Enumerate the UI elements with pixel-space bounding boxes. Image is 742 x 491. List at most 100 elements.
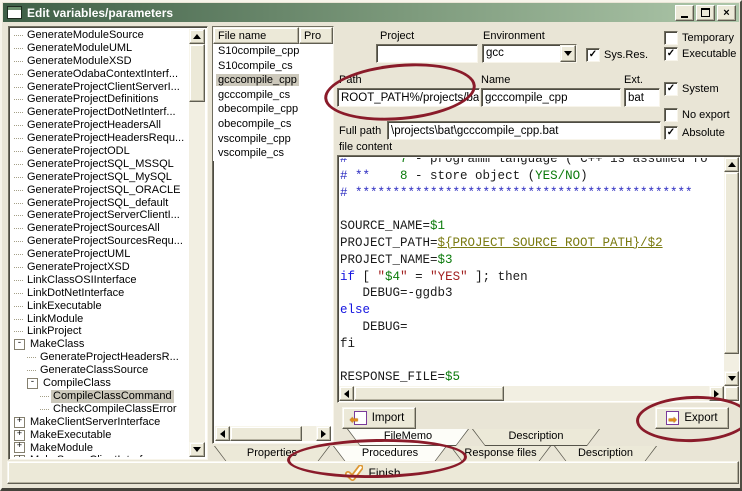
list-item[interactable]: S10compile_cs [213, 59, 333, 74]
scrollbar-thumb[interactable] [189, 44, 205, 102]
absolute-checkbox[interactable]: ✓ Absolute [664, 126, 725, 140]
finish-button[interactable]: Finish [7, 461, 739, 484]
export-button[interactable]: ➡ Export [655, 407, 729, 429]
tree-item[interactable]: +MakeExecutable [11, 429, 189, 442]
plus-expander-icon[interactable]: + [14, 417, 25, 428]
noexport-checkbox[interactable]: No export [664, 108, 730, 122]
list-item-label: obecompile_cs [216, 118, 293, 130]
tree-item[interactable]: GenerateProjectXSD [11, 261, 189, 274]
import-button[interactable]: ⬅ Import [342, 407, 416, 429]
file-content-editor[interactable]: # ** 7 - programm language ( C++ is assu… [337, 155, 741, 403]
list-item[interactable]: gcccompile_cs [213, 88, 333, 103]
minus-expander-icon[interactable]: - [27, 378, 38, 389]
executable-checkbox[interactable]: ✓ Executable [664, 47, 736, 61]
tree-item[interactable]: GenerateProjectHeadersAll [11, 119, 189, 132]
scroll-down-button[interactable] [724, 371, 739, 386]
tree-item[interactable]: +MakeClientServerInterface [11, 416, 189, 429]
code-view: # ** 7 - programm language ( C++ is assu… [340, 158, 723, 385]
tree-item[interactable]: GenerateProjectHeadersRequ... [11, 132, 189, 145]
tree-item-label: LinkProject [25, 325, 83, 338]
tree-item[interactable]: GenerateModuleSource [11, 29, 189, 42]
fullpath-input[interactable]: \projects\bat\gcccompile_cpp.bat [387, 121, 661, 140]
environment-select[interactable]: gcc [482, 44, 577, 63]
tree-item[interactable]: -CompileClass [11, 377, 189, 390]
tree-item[interactable]: LinkModule [11, 313, 189, 326]
tree-item[interactable]: GenerateProjectDotNetInterf... [11, 106, 189, 119]
tree-item[interactable]: GenerateProjectSourcesRequ... [11, 235, 189, 248]
system-checkbox[interactable]: ✓ System [664, 82, 719, 96]
tree-item[interactable]: GenerateProjectODL [11, 145, 189, 158]
tree-item[interactable]: CheckCompileClassError [11, 403, 189, 416]
scrollbar-thumb[interactable] [230, 426, 302, 441]
tree-item[interactable]: GenerateClassSource [11, 364, 189, 377]
tree-item[interactable]: GenerateProjectUML [11, 248, 189, 261]
tree-item[interactable]: GenerateModuleXSD [11, 55, 189, 68]
tree-item[interactable]: GenerateModuleUML [11, 42, 189, 55]
path-input[interactable]: ROOT_PATH%/projects/bat [337, 88, 480, 107]
minus-expander-icon[interactable]: - [14, 339, 25, 350]
tree-item[interactable]: LinkDotNetInterface [11, 287, 189, 300]
scrollbar-thumb[interactable] [354, 386, 504, 401]
code-horizontal-scrollbar[interactable] [339, 386, 724, 401]
tree-item[interactable]: GenerateProjectServerClientI... [11, 209, 189, 222]
scroll-left-button[interactable] [215, 426, 230, 441]
combo-dropdown-button[interactable] [560, 45, 576, 62]
tree-item[interactable]: LinkClassOSIInterface [11, 274, 189, 287]
arrow-down-icon [728, 376, 736, 381]
scroll-right-button[interactable] [316, 426, 331, 441]
minimize-button[interactable] [675, 5, 694, 21]
list-item[interactable]: obecompile_cs [213, 117, 333, 132]
list-item[interactable]: vscompile_cs [213, 146, 333, 161]
tree-vertical-scrollbar[interactable] [189, 29, 205, 457]
fullpath-label: Full path [339, 125, 381, 137]
tree-connector-icon [14, 319, 23, 320]
plus-expander-icon[interactable]: + [14, 455, 25, 457]
tree-item[interactable]: GenerateProjectSQL_default [11, 197, 189, 210]
list-item[interactable]: obecompile_cpp [213, 102, 333, 117]
scroll-left-button[interactable] [339, 386, 354, 401]
code-vertical-scrollbar[interactable] [724, 157, 739, 386]
column-header-file-name[interactable]: File name [213, 27, 299, 44]
plus-expander-icon[interactable]: + [14, 442, 25, 453]
system-label: System [682, 83, 719, 95]
tree-item[interactable]: LinkProject [11, 325, 189, 338]
tree-item[interactable]: +MakeServerClientInterf... [11, 454, 189, 457]
tree-item[interactable]: GenerateOdabaContextInterf... [11, 68, 189, 81]
plus-expander-icon[interactable]: + [14, 430, 25, 441]
export-icon: ➡ [666, 411, 679, 425]
list-horizontal-scrollbar[interactable] [215, 426, 331, 441]
ext-input[interactable]: bat [624, 88, 660, 107]
tree-item-label: GenerateProjectSQL_MSSQL [25, 158, 176, 171]
tab-filememo[interactable]: FileMemo [347, 429, 469, 446]
list-item[interactable]: S10compile_cpp [213, 44, 333, 59]
scroll-down-button[interactable] [189, 442, 205, 457]
tree-item[interactable]: GenerateProjectClientServerI... [11, 81, 189, 94]
tab-description[interactable]: Description [472, 429, 600, 446]
project-input[interactable] [376, 44, 478, 63]
scroll-up-button[interactable] [189, 29, 205, 44]
close-button[interactable]: × [717, 5, 736, 21]
noexport-label: No export [682, 109, 730, 121]
scroll-right-button[interactable] [709, 386, 724, 401]
tree-item[interactable]: GenerateProjectDefinitions [11, 93, 189, 106]
list-item[interactable]: vscompile_cpp [213, 132, 333, 147]
scroll-up-button[interactable] [724, 157, 739, 172]
temporary-checkbox[interactable]: Temporary [664, 31, 734, 45]
titlebar[interactable]: Edit variables/parameters × [3, 3, 739, 22]
tree-item[interactable]: GenerateProjectHeadersR... [11, 351, 189, 364]
tree-item[interactable]: LinkExecutable [11, 300, 189, 313]
tree-item[interactable]: GenerateProjectSQL_MSSQL [11, 158, 189, 171]
tree-item[interactable]: GenerateProjectSourcesAll [11, 222, 189, 235]
tab-label: FileMemo [347, 429, 469, 444]
sysres-checkbox[interactable]: ✓ Sys.Res. [586, 48, 648, 62]
column-header-pro[interactable]: Pro [299, 27, 333, 44]
scrollbar-thumb[interactable] [724, 172, 739, 354]
tree-item[interactable]: +MakeModule [11, 442, 189, 455]
tree-item[interactable]: GenerateProjectSQL_ORACLE [11, 184, 189, 197]
list-item[interactable]: gcccompile_cpp [213, 73, 333, 88]
tree-item[interactable]: -MakeClass [11, 338, 189, 351]
maximize-button[interactable] [696, 5, 715, 21]
tree-item[interactable]: CompileClassCommand [11, 390, 189, 403]
name-input[interactable]: gcccompile_cpp [481, 88, 621, 107]
tree-item[interactable]: GenerateProjectSQL_MySQL [11, 171, 189, 184]
